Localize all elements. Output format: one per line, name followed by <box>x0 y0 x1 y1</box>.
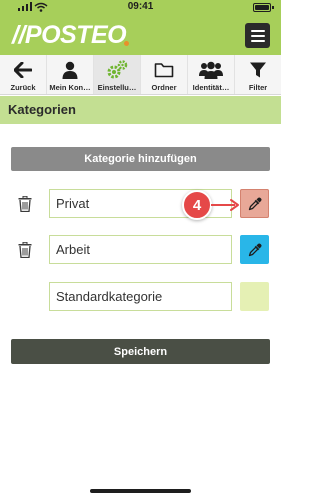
toolbar-label: Mein Kon… <box>49 83 91 92</box>
add-category-button[interactable]: Kategorie hinzufügen <box>11 147 270 171</box>
toolbar-label: Identität… <box>192 83 230 92</box>
category-row-default <box>0 282 281 312</box>
trash-icon[interactable] <box>18 196 32 212</box>
posteo-logo: //POSTEO <box>12 21 127 49</box>
battery-icon <box>253 3 271 12</box>
category-row <box>0 235 281 265</box>
toolbar-label: Einstellu… <box>97 83 137 92</box>
people-icon <box>199 59 223 81</box>
arrow-right-icon <box>211 199 239 211</box>
toolbar-account-button[interactable]: Mein Kon… <box>47 55 94 94</box>
toolbar-settings-button[interactable]: Einstellu… <box>94 55 141 94</box>
color-swatch[interactable] <box>240 282 269 311</box>
hamburger-menu-button[interactable] <box>245 23 270 48</box>
toolbar-filter-button[interactable]: Filter <box>235 55 281 94</box>
home-indicator <box>90 489 191 493</box>
toolbar-folder-button[interactable]: Ordner <box>141 55 188 94</box>
filter-icon <box>249 59 267 81</box>
app-header: //POSTEO <box>0 15 281 55</box>
toolbar-back-button[interactable]: Zurück <box>0 55 47 94</box>
toolbar-label: Filter <box>248 83 268 92</box>
color-picker-button[interactable] <box>240 189 269 218</box>
logo-dot <box>124 41 129 46</box>
toolbar-identities-button[interactable]: Identität… <box>188 55 235 94</box>
color-picker-button[interactable] <box>240 235 269 264</box>
save-button[interactable]: Speichern <box>11 339 270 364</box>
gears-icon <box>106 59 128 81</box>
page-title: Kategorien <box>8 102 76 117</box>
eyedropper-icon <box>248 196 262 210</box>
category-name-input[interactable] <box>49 282 232 311</box>
trash-icon[interactable] <box>18 242 32 258</box>
status-bar: 09:41 <box>0 0 281 15</box>
toolbar-label: Zurück <box>10 83 36 92</box>
toolbar-label: Ordner <box>151 83 177 92</box>
eyedropper-icon <box>248 242 262 256</box>
section-header: Kategorien <box>0 96 281 124</box>
arrow-left-icon <box>14 59 32 81</box>
step-badge: 4 <box>182 190 212 220</box>
category-name-input[interactable] <box>49 235 232 264</box>
person-icon <box>62 59 78 81</box>
status-time: 09:41 <box>127 1 154 12</box>
folder-icon <box>154 59 174 81</box>
toolbar: Zurück Mein Kon… Einstellu… Ordner Ident… <box>0 55 281 95</box>
